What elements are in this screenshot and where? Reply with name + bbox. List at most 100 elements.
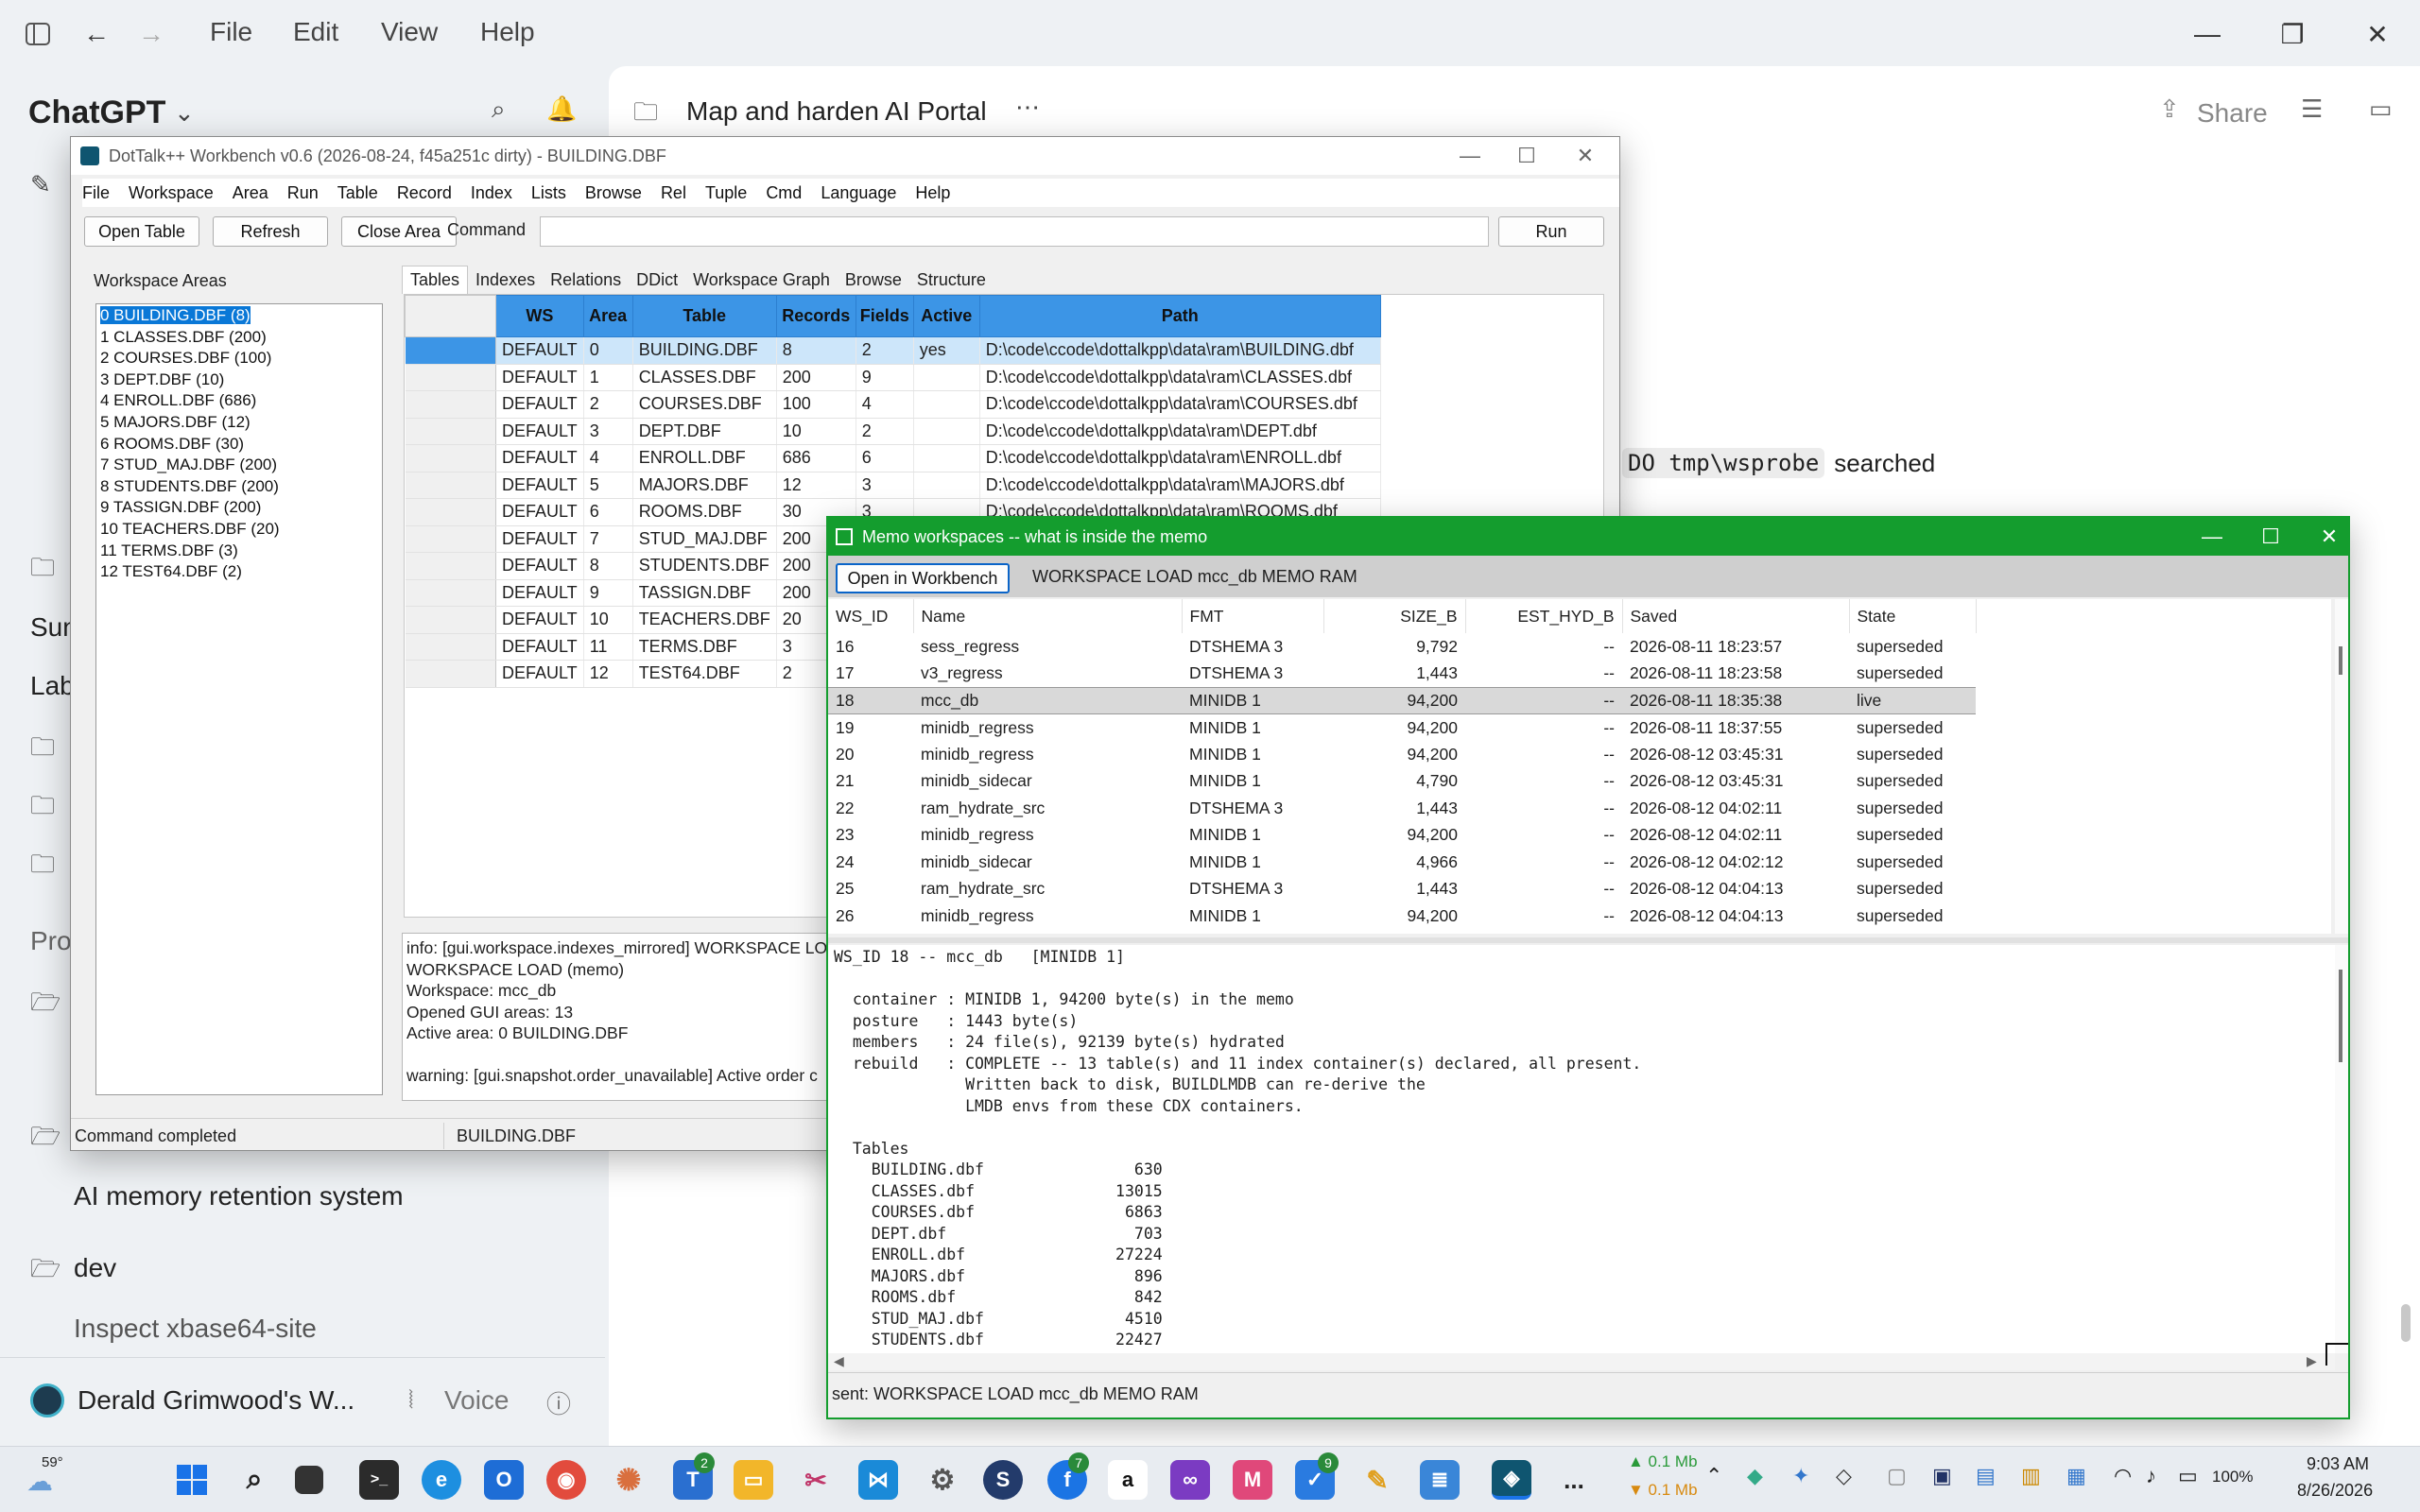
user-name[interactable]: Derald Grimwood's W... bbox=[78, 1385, 354, 1416]
command-input[interactable] bbox=[540, 216, 1489, 247]
wifi-icon[interactable]: ◠ bbox=[2114, 1464, 2132, 1488]
tray-icon[interactable]: ▥ bbox=[2021, 1464, 2041, 1488]
memo-list[interactable]: WS_ID Name FMT SIZE_B EST_HYD_B Saved St… bbox=[828, 599, 1977, 930]
menu-view[interactable]: View bbox=[381, 17, 438, 47]
row-header[interactable] bbox=[405, 418, 496, 445]
column-header-ws-id[interactable]: WS_ID bbox=[828, 599, 914, 633]
avatar[interactable] bbox=[30, 1383, 64, 1418]
settings-icon[interactable]: ⚙ bbox=[923, 1460, 962, 1500]
column-header-est-hyd[interactable]: EST_HYD_B bbox=[1465, 599, 1623, 633]
column-header-area[interactable]: Area bbox=[582, 295, 633, 337]
vscode-icon[interactable]: ⋈ bbox=[858, 1460, 898, 1500]
workspace-area-item[interactable]: 4 ENROLL.DBF (686) bbox=[96, 391, 382, 413]
battery-icon[interactable]: ▭ bbox=[2178, 1464, 2198, 1488]
share-icon[interactable]: ⇪ bbox=[2159, 94, 2180, 124]
tab-relations[interactable]: Relations bbox=[543, 266, 629, 294]
table-row[interactable]: DEFAULT 5 MAJORS.DBF 12 3 D:\code\ccode\dotta… bbox=[405, 472, 1381, 499]
chevron-down-icon[interactable]: ⌄ bbox=[174, 98, 195, 128]
memo-row[interactable]: 21 minidb_sidecar MINIDB 1 4,790 -- 2026-08-1… bbox=[828, 768, 1976, 796]
new-chat-icon[interactable]: ✎ bbox=[30, 170, 51, 199]
file-explorer-icon[interactable]: ▭ bbox=[734, 1460, 773, 1500]
column-header-active[interactable]: Active bbox=[912, 295, 980, 337]
tray-icon[interactable]: ▢ bbox=[1887, 1464, 1907, 1488]
menu-item[interactable]: Help bbox=[915, 183, 950, 203]
tab-ddict[interactable]: DDict bbox=[629, 266, 685, 294]
menu-item[interactable]: Workspace bbox=[129, 183, 214, 203]
visual-studio-icon[interactable]: ∞ bbox=[1170, 1460, 1210, 1500]
tab-structure[interactable]: Structure bbox=[909, 266, 994, 294]
help-circle-icon[interactable]: ⓘ bbox=[546, 1385, 571, 1420]
row-header[interactable] bbox=[405, 660, 496, 688]
memo-detail-text[interactable]: WS_ID 18 -- mcc_db [MINIDB 1] container … bbox=[828, 945, 2335, 1353]
workspace-area-item[interactable]: 9 TASSIGN.DBF (200) bbox=[96, 498, 382, 520]
claude-icon[interactable]: ✺ bbox=[609, 1460, 648, 1500]
brand-title[interactable]: ChatGPT bbox=[28, 94, 165, 131]
menu-item[interactable]: Area bbox=[233, 183, 268, 203]
maximize-icon[interactable]: ☐ bbox=[2242, 518, 2299, 556]
tab-tables[interactable]: Tables bbox=[402, 266, 469, 294]
terminal-icon[interactable]: >_ bbox=[359, 1460, 399, 1500]
menu-item[interactable]: Lists bbox=[531, 183, 566, 203]
tray-icon[interactable]: ◆ bbox=[1747, 1464, 1763, 1488]
workspace-area-item[interactable]: 8 STUDENTS.DBF (200) bbox=[96, 477, 382, 499]
column-header-name[interactable]: Name bbox=[913, 599, 1183, 633]
more-icon[interactable]: ⋯ bbox=[1015, 93, 1040, 122]
detail-h-scrollbar[interactable]: ◀ ▶ bbox=[828, 1353, 2335, 1370]
sidebar-partial-2[interactable]: Lab bbox=[30, 671, 75, 701]
memo-row[interactable]: 22 ram_hydrate_src DTSHEMA 3 1,443 -- 2026-08… bbox=[828, 795, 1976, 822]
memo-row[interactable]: 26 minidb_regress MINIDB 1 94,200 -- 2026-08-… bbox=[828, 902, 1976, 930]
memo-row[interactable]: 25 ram_hydrate_src DTSHEMA 3 1,443 -- 2026-08… bbox=[828, 876, 1976, 903]
table-row[interactable]: DEFAULT 0 BUILDING.DBF 8 2 yes D:\code\ccode\d… bbox=[405, 336, 1381, 365]
edge-icon[interactable]: e bbox=[422, 1460, 461, 1500]
splitter[interactable] bbox=[828, 937, 2348, 943]
column-header-table[interactable]: Table bbox=[631, 295, 777, 337]
menu-item[interactable]: Language bbox=[821, 183, 896, 203]
tab-indexes[interactable]: Indexes bbox=[468, 266, 543, 294]
sidebar-item-ai-memory[interactable]: AI memory retention system bbox=[74, 1181, 404, 1211]
open-table-button[interactable]: Open Table bbox=[84, 216, 199, 247]
minimize-icon[interactable]: — bbox=[2184, 518, 2240, 556]
menu-item[interactable]: Index bbox=[471, 183, 512, 203]
table-row[interactable]: DEFAULT 1 CLASSES.DBF 200 9 D:\code\ccode\dot… bbox=[405, 364, 1381, 391]
workbench-log[interactable]: info: [gui.workspace.indexes_mirrored] W… bbox=[402, 933, 874, 1101]
menu-item[interactable]: Rel bbox=[661, 183, 686, 203]
workspace-area-item[interactable]: 12 TEST64.DBF (2) bbox=[96, 562, 382, 584]
volume-icon[interactable]: ♪ bbox=[2146, 1464, 2156, 1488]
sidebar-item-dev[interactable]: dev bbox=[74, 1253, 116, 1283]
copilot-icon[interactable]: ✦ bbox=[1792, 1464, 1809, 1488]
table-row[interactable]: DEFAULT 2 COURSES.DBF 100 4 D:\code\ccode\dot… bbox=[405, 390, 1381, 419]
folder-icon[interactable]: 🗀 bbox=[30, 730, 55, 771]
menu-help[interactable]: Help bbox=[480, 17, 535, 47]
column-header-ws[interactable]: WS bbox=[495, 295, 584, 337]
tab-browse[interactable]: Browse bbox=[838, 266, 909, 294]
workspace-area-item[interactable]: 2 COURSES.DBF (100) bbox=[96, 349, 382, 370]
sidebar-item-inspect[interactable]: Inspect xbase64-site bbox=[74, 1314, 317, 1344]
close-icon[interactable]: ✕ bbox=[2354, 15, 2401, 53]
outlook-icon[interactable]: O bbox=[484, 1460, 524, 1500]
memo-row[interactable]: 16 sess_regress DTSHEMA 3 9,792 -- 2026-08-11… bbox=[828, 633, 1976, 661]
memo-row[interactable]: 18 mcc_db MINIDB 1 94,200 -- 2026-08-11 18:35… bbox=[828, 686, 1976, 714]
close-icon[interactable]: ✕ bbox=[1557, 137, 1614, 175]
menu-edit[interactable]: Edit bbox=[293, 17, 338, 47]
row-header[interactable] bbox=[405, 552, 496, 580]
table-row[interactable]: DEFAULT 3 DEPT.DBF 10 2 D:\code\ccode\dottalk… bbox=[405, 418, 1381, 445]
row-header[interactable] bbox=[405, 606, 496, 634]
workspace-area-item[interactable]: 5 MAJORS.DBF (12) bbox=[96, 413, 382, 435]
resize-grip-icon[interactable] bbox=[2325, 1343, 2348, 1366]
pen-icon[interactable]: ✎ bbox=[1357, 1460, 1397, 1500]
scrollbar-thumb[interactable] bbox=[2339, 646, 2342, 675]
column-header-records[interactable]: Records bbox=[775, 295, 856, 337]
menu-item[interactable]: File bbox=[82, 183, 110, 203]
workspace-area-item[interactable]: 1 CLASSES.DBF (200) bbox=[96, 328, 382, 350]
workspace-area-item[interactable]: 3 DEPT.DBF (10) bbox=[96, 370, 382, 392]
chevron-up-icon[interactable]: ⌃ bbox=[1705, 1464, 1722, 1488]
column-header-fmt[interactable]: FMT bbox=[1182, 599, 1324, 633]
dropbox-icon[interactable]: ◇ bbox=[1836, 1464, 1852, 1488]
folder-open-icon[interactable]: 🗁 bbox=[30, 985, 60, 1026]
menu-item[interactable]: Run bbox=[287, 183, 319, 203]
task-view-icon[interactable] bbox=[295, 1466, 323, 1494]
voice-wave-icon[interactable]: ⦚ bbox=[408, 1385, 413, 1416]
run-button[interactable]: Run bbox=[1498, 216, 1604, 247]
start-icon[interactable] bbox=[172, 1460, 212, 1500]
column-header-saved[interactable]: Saved bbox=[1622, 599, 1850, 633]
